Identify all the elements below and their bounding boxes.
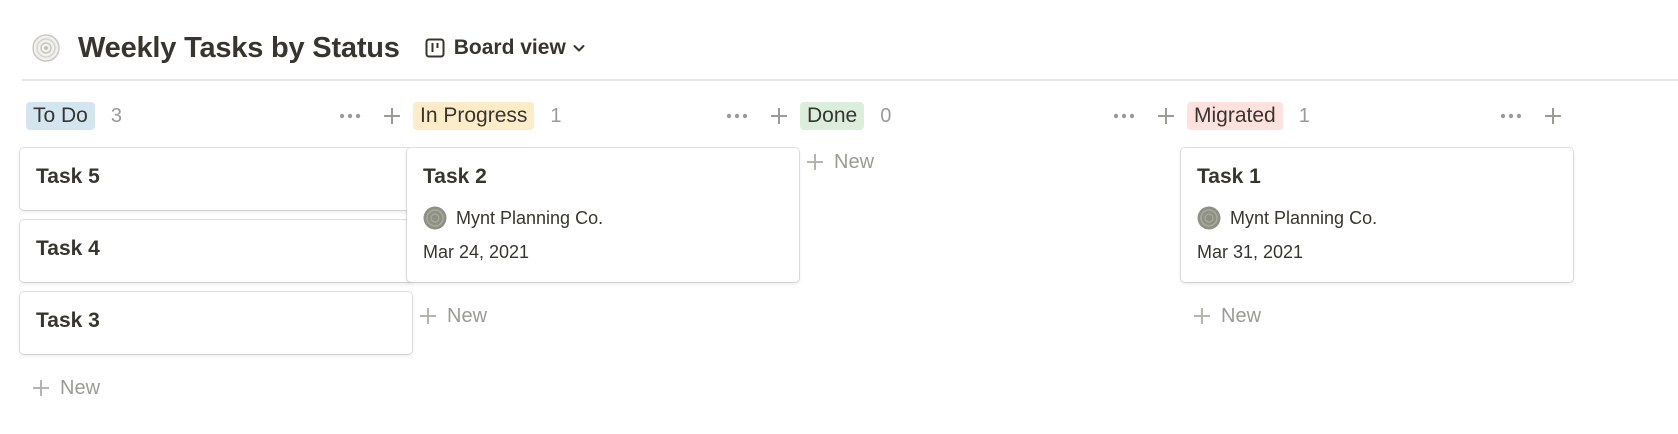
column-to-do: To Do 3 Task 5 Task 4 Task 3 New <box>20 96 412 402</box>
card-count: 1 <box>1298 104 1310 127</box>
card-owner: Mynt Planning Co. <box>423 206 783 230</box>
card-count: 1 <box>550 104 562 127</box>
card-date: Mar 31, 2021 <box>1197 242 1304 262</box>
status-pill[interactable]: Done <box>800 102 865 130</box>
new-card-button[interactable]: New <box>417 302 799 330</box>
task-card[interactable]: Task 5 <box>20 148 412 210</box>
new-label: New <box>1221 304 1262 327</box>
column-done: Done 0 New <box>794 96 1186 176</box>
more-icon[interactable] <box>1110 102 1138 130</box>
more-icon[interactable] <box>336 102 364 130</box>
card-owner: Mynt Planning Co. <box>1197 206 1557 230</box>
board-view-icon <box>424 37 446 59</box>
column-header: To Do 3 <box>20 96 412 136</box>
card-count: 3 <box>110 104 122 127</box>
task-card[interactable]: Task 1 Mynt Planning Co. Mar 31, 2021 <box>1181 148 1573 282</box>
task-card[interactable]: Task 3 <box>20 292 412 354</box>
chevron-down-icon <box>572 41 586 55</box>
card-count: 0 <box>880 104 892 127</box>
task-card[interactable]: Task 2 Mynt Planning Co. Mar 24, 2021 <box>407 148 799 282</box>
new-label: New <box>834 150 875 173</box>
column-migrated: Migrated 1 Task 1 Mynt Planning Co. Mar … <box>1181 96 1573 330</box>
new-label: New <box>60 376 101 399</box>
more-icon[interactable] <box>1497 102 1525 130</box>
target-icon[interactable] <box>28 30 64 66</box>
plus-icon[interactable] <box>1539 102 1567 130</box>
new-label: New <box>447 304 488 327</box>
view-switcher[interactable]: Board view <box>420 32 590 64</box>
page-header: Weekly Tasks by Status Board view <box>22 24 1678 72</box>
column-header: Done 0 <box>794 96 1186 136</box>
view-label: Board view <box>453 36 566 59</box>
plus-icon[interactable] <box>765 102 793 130</box>
more-icon[interactable] <box>723 102 751 130</box>
plus-icon <box>1191 305 1213 327</box>
column-header: Migrated 1 <box>1181 96 1573 136</box>
card-title: Task 4 <box>36 237 100 260</box>
card-title: Task 1 <box>1197 165 1261 188</box>
card-date: Mar 24, 2021 <box>423 242 530 262</box>
page-title: Weekly Tasks by Status <box>78 31 400 64</box>
status-pill[interactable]: Migrated <box>1187 102 1283 130</box>
new-card-button[interactable]: New <box>30 374 412 402</box>
plus-icon <box>30 377 52 399</box>
card-title: Task 2 <box>423 165 487 188</box>
column-header: In Progress 1 <box>407 96 799 136</box>
new-card-button[interactable]: New <box>804 148 1186 176</box>
task-card[interactable]: Task 4 <box>20 220 412 282</box>
plus-icon <box>804 151 826 173</box>
status-pill[interactable]: To Do <box>26 102 95 130</box>
avatar-icon <box>423 206 447 230</box>
card-title: Task 3 <box>36 309 100 332</box>
column-in-progress: In Progress 1 Task 2 Mynt Planning Co. M… <box>407 96 799 330</box>
owner-name: Mynt Planning Co. <box>1230 207 1378 228</box>
avatar-icon <box>1197 206 1221 230</box>
status-pill[interactable]: In Progress <box>413 102 535 130</box>
plus-icon[interactable] <box>1152 102 1180 130</box>
card-title: Task 5 <box>36 165 100 188</box>
plus-icon <box>417 305 439 327</box>
owner-name: Mynt Planning Co. <box>456 207 604 228</box>
board-page: Weekly Tasks by Status Board view To Do … <box>0 0 1678 434</box>
new-card-button[interactable]: New <box>1191 302 1573 330</box>
plus-icon[interactable] <box>378 102 406 130</box>
header-divider <box>22 79 1678 81</box>
